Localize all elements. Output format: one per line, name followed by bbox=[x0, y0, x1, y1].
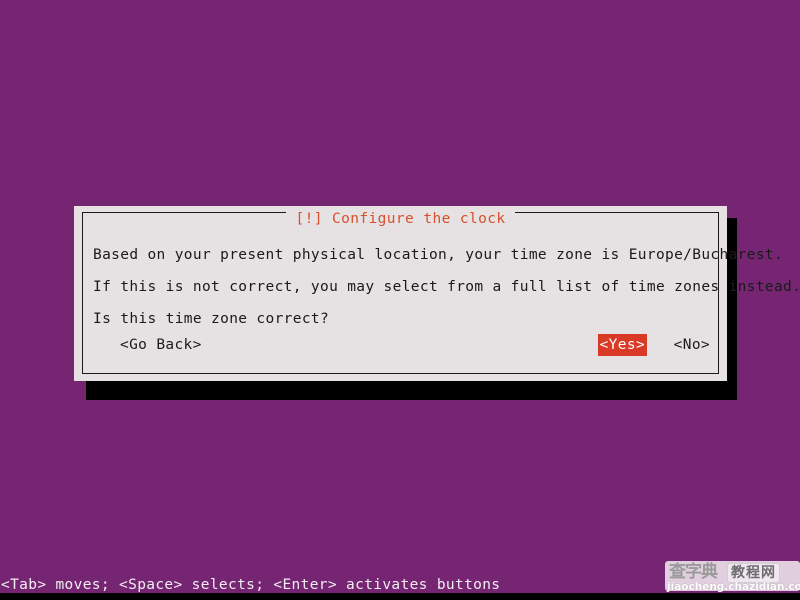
configure-clock-dialog: [!] Configure the clock Based on your pr… bbox=[74, 206, 800, 381]
watermark: 查字典 教程网 jiaocheng.chazidian.com bbox=[665, 561, 800, 598]
watermark-url-text: jiaocheng.chazidian.com bbox=[667, 581, 800, 593]
watermark-subtitle-text: 教程网 bbox=[727, 563, 780, 583]
yes-button[interactable]: <Yes> bbox=[597, 334, 647, 356]
installer-screen: [!] Configure the clock Based on your pr… bbox=[0, 0, 800, 600]
watermark-logo-text: 查字典 bbox=[669, 562, 718, 582]
dialog-text-line-3: Is this time zone correct? bbox=[93, 311, 330, 327]
dialog-text-line-1: Based on your present physical location,… bbox=[93, 247, 784, 263]
dialog-text-line-2: If this is not correct, you may select f… bbox=[93, 279, 800, 295]
no-button[interactable]: <No> bbox=[673, 335, 711, 355]
dialog-body-text: Based on your present physical location,… bbox=[93, 239, 800, 335]
dialog-button-row: <Go Back> <Yes> <No> bbox=[93, 334, 711, 357]
go-back-button[interactable]: <Go Back> bbox=[119, 335, 203, 355]
